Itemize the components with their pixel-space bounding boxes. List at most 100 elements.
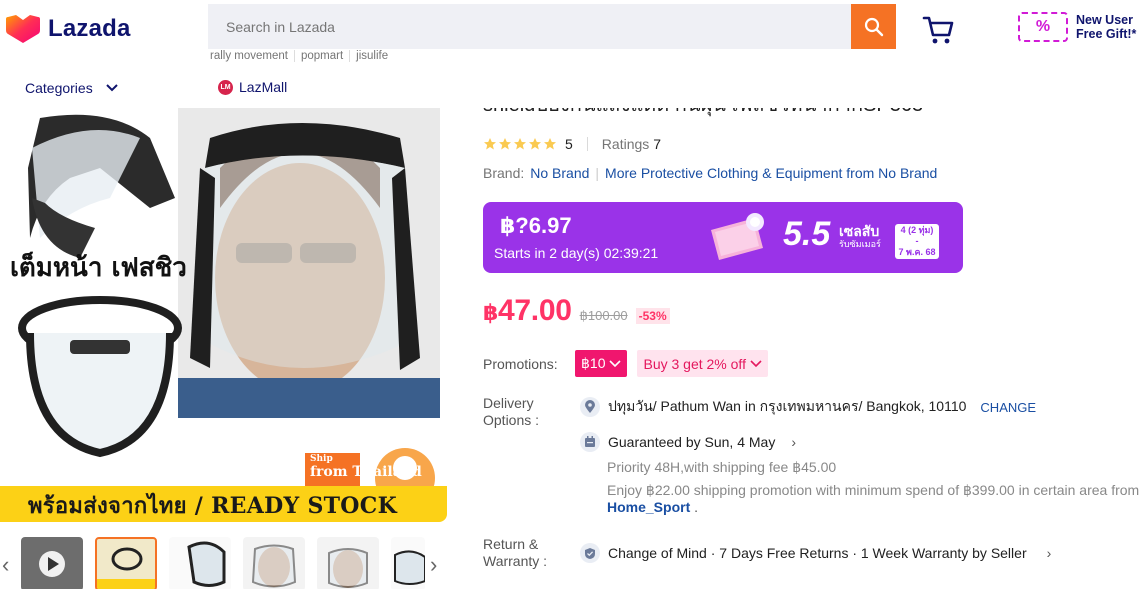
delivery-location: ปทุมวัน/ Pathum Wan in กรุงเทพมหานคร/ Ba… (580, 396, 1036, 418)
shield-check-icon (580, 543, 600, 563)
coupon-symbol: % (1035, 18, 1051, 35)
gift-line2: Free Gift!* (1076, 27, 1137, 41)
ratings-count: 7 (653, 136, 662, 152)
categories-label: Categories (25, 80, 93, 96)
discount-coupon-icon: % (1018, 12, 1068, 42)
categories-menu[interactable]: Categories (25, 80, 119, 96)
divider: | (595, 165, 600, 181)
chevron-right-icon[interactable]: › (430, 552, 437, 578)
thumbnail-strip: ‹ › (0, 534, 447, 589)
play-icon (39, 551, 65, 577)
voucher-button[interactable]: ฿10 (575, 350, 628, 377)
chevron-right-icon: › (1046, 545, 1052, 561)
brand-name: Lazada (48, 15, 131, 42)
product-main-image[interactable]: เต็มหน้า เฟสชิว Ship from Thailand พร้อม… (0, 108, 447, 522)
ratings-label: Ratings (601, 136, 650, 152)
delivery-label-line1: Delivery (483, 395, 534, 411)
shipping-promo-note: Enjoy ฿22.00 shipping promotion with min… (607, 482, 1140, 498)
store-row: Home_Sport . (607, 499, 698, 515)
brand-row: Brand: No Brand | More Protective Clothi… (483, 165, 937, 181)
star-icon (484, 138, 496, 150)
delivery-label-line2: Options : (483, 412, 540, 428)
suggestion-link[interactable]: popmart (293, 50, 349, 62)
gift-line1: New User (1076, 13, 1133, 27)
cart-button[interactable] (922, 14, 956, 51)
chevron-down-icon (609, 359, 622, 367)
rating-summary[interactable]: 5 Ratings 7 (483, 136, 661, 152)
guarantee-text: Guaranteed by Sun, 4 May (608, 434, 776, 450)
delivery-address: ปทุมวัน/ Pathum Wan in กรุงเทพมหานคร/ Ba… (608, 398, 967, 414)
brand-label: Brand: (483, 165, 525, 181)
campaign-price: ฿?6.97 (500, 213, 572, 238)
delivery-guarantee[interactable]: Guaranteed by Sun, 4 May › (580, 432, 796, 452)
search-input[interactable] (208, 4, 851, 49)
search-suggestions: rally movement popmart jisulife (210, 50, 394, 62)
bundle-deal-button[interactable]: Buy 3 get 2% off (637, 350, 768, 377)
lazmall-label: LazMall (239, 79, 288, 95)
chevron-down-icon (750, 359, 762, 367)
star-icon (514, 138, 526, 150)
price-row: ฿47.00 ฿100.00 -53% (483, 294, 670, 328)
voucher-amount: ฿10 (581, 355, 606, 371)
store-suffix: . (694, 499, 699, 515)
promotions-row: Promotions: ฿10 Buy 3 get 2% off (483, 350, 768, 377)
lazmall-link[interactable]: LM LazMall (218, 79, 287, 95)
campaign-countdown: Starts in 2 day(s) 02:39:21 (494, 245, 659, 261)
campaign-banner[interactable]: ฿?6.97 Starts in 2 day(s) 02:39:21 5.5 เ… (483, 202, 963, 273)
chevron-down-icon (105, 84, 118, 92)
campaign-date-line2: 7 พ.ค. 68 (898, 247, 936, 257)
thumbnail-image[interactable] (243, 537, 305, 589)
thumbnail-image[interactable] (391, 537, 425, 589)
site-header: Lazada rally movement popmart jisulife %… (0, 0, 1148, 108)
suggestion-link[interactable]: rally movement (210, 50, 294, 62)
star-icon (499, 138, 511, 150)
currency-symbol: ฿ (483, 300, 499, 325)
star-rating (483, 137, 557, 151)
lazada-logo[interactable]: Lazada (6, 14, 131, 44)
brand-link[interactable]: No Brand (530, 165, 589, 181)
location-pin-icon (580, 397, 600, 417)
return-label-line2: Warranty : (483, 553, 548, 569)
discount-badge: -53% (635, 308, 670, 324)
campaign-title: 5.5 (783, 215, 831, 253)
new-user-gift[interactable]: % New User Free Gift!* (1018, 12, 1148, 42)
cart-icon (922, 16, 954, 44)
thumbnail-image[interactable] (169, 537, 231, 589)
chevron-left-icon[interactable]: ‹ (2, 552, 9, 578)
promotions-label: Promotions: (483, 355, 558, 372)
campaign-date-line1: 4 (2 ทุ่ม) - (900, 225, 934, 246)
suggestion-link[interactable]: jisulife (349, 50, 394, 62)
thumbnail-image[interactable] (317, 537, 379, 589)
ship-line2: from Thailand (310, 464, 422, 480)
current-price-value: 47.00 (498, 294, 572, 327)
return-warranty-text: Change of Mind · 7 Days Free Returns · 1… (608, 545, 1027, 561)
change-address-link[interactable]: CHANGE (980, 400, 1036, 415)
search-button[interactable] (851, 4, 896, 49)
ship-badge-text: Ship from Thailand (310, 454, 422, 480)
current-price: ฿47.00 (483, 294, 572, 328)
rating-value: 5 (565, 136, 573, 152)
chevron-right-icon: › (791, 434, 796, 450)
delivery-label: Delivery Options : (483, 395, 539, 429)
priority-shipping: Priority 48H,with shipping fee ฿45.00 (607, 459, 837, 475)
campaign-date: 4 (2 ทุ่ม) - 7 พ.ค. 68 (895, 224, 939, 259)
star-icon (544, 138, 556, 150)
thumbnail-video[interactable] (21, 537, 83, 589)
more-from-brand-link[interactable]: More Protective Clothing & Equipment fro… (605, 165, 937, 181)
voucher-ticket-icon (711, 213, 764, 260)
thumbnail-image[interactable] (95, 537, 157, 589)
return-label-line1: Return & (483, 536, 539, 552)
thai-heading: เต็มหน้า เฟสชิว (10, 251, 187, 283)
bundle-deal-label: Buy 3 get 2% off (643, 355, 746, 372)
calendar-icon (580, 432, 600, 452)
search-icon (864, 17, 883, 36)
campaign-thai-sub: รับซัมเมอร์ (839, 239, 881, 249)
ready-stock-banner: พร้อมส่งจากไทย / READY STOCK (28, 493, 397, 519)
store-link[interactable]: Home_Sport (607, 499, 690, 515)
campaign-thai-label: เซลสับ รับซัมเมอร์ (839, 223, 881, 250)
search-bar (208, 4, 896, 49)
return-warranty-row[interactable]: Change of Mind · 7 Days Free Returns · 1… (580, 543, 1051, 563)
campaign-thai-main: เซลสับ (839, 223, 880, 239)
divider (586, 137, 588, 151)
star-icon (529, 138, 541, 150)
